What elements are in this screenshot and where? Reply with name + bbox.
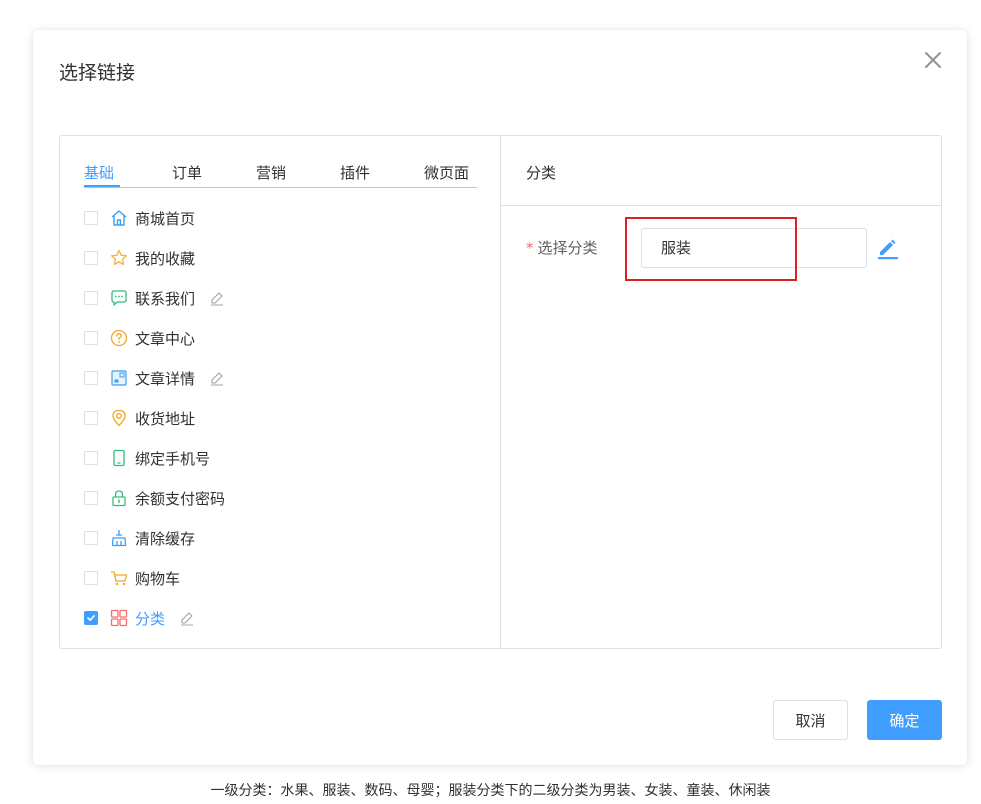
caption-text: 一级分类：水果、服装、数码、母婴；服装分类下的二级分类为男装、女装、童装、休闲装 bbox=[210, 783, 771, 799]
category-input[interactable]: 服装 bbox=[641, 228, 867, 268]
tab-plugin[interactable]: 插件 bbox=[340, 162, 370, 183]
item-checkbox[interactable] bbox=[84, 411, 98, 425]
question-circle-icon bbox=[109, 328, 129, 348]
item-label: 清除缓存 bbox=[135, 529, 196, 548]
tab-micro-page[interactable]: 微页面 bbox=[424, 162, 469, 183]
tab-basic[interactable]: 基础 bbox=[84, 162, 114, 183]
link-type-pane: 基础 订单 营销 插件 微页面 商城首页 我的收藏 联系我们 文章中心 文章详情… bbox=[60, 136, 501, 648]
checkmark-icon bbox=[87, 615, 95, 621]
link-item-home[interactable]: 商城首页 bbox=[84, 206, 195, 230]
item-label: 绑定手机号 bbox=[135, 449, 211, 468]
settings-header: 分类 bbox=[501, 136, 941, 206]
item-checkbox[interactable] bbox=[84, 491, 98, 505]
tab-order[interactable]: 订单 bbox=[172, 162, 202, 183]
close-icon bbox=[925, 52, 941, 68]
cart-icon bbox=[109, 568, 129, 588]
item-checkbox[interactable] bbox=[84, 451, 98, 465]
item-checkbox[interactable] bbox=[84, 291, 98, 305]
link-item-article-detail[interactable]: 文章详情 bbox=[84, 366, 225, 390]
item-checkbox[interactable] bbox=[84, 611, 98, 625]
link-settings-pane: 分类 * 选择分类 服装 bbox=[501, 136, 941, 648]
item-label: 我的收藏 bbox=[135, 249, 196, 268]
item-label: 收货地址 bbox=[135, 409, 196, 428]
item-checkbox[interactable] bbox=[84, 531, 98, 545]
edit-pen-icon[interactable] bbox=[875, 235, 901, 261]
item-checkbox[interactable] bbox=[84, 211, 98, 225]
link-panel: 基础 订单 营销 插件 微页面 商城首页 我的收藏 联系我们 文章中心 文章详情… bbox=[59, 135, 942, 649]
link-item-cart[interactable]: 购物车 bbox=[84, 566, 180, 590]
chat-icon bbox=[109, 288, 129, 308]
item-checkbox[interactable] bbox=[84, 371, 98, 385]
item-label: 文章详情 bbox=[135, 369, 196, 388]
article-icon bbox=[109, 368, 129, 388]
active-tab-indicator bbox=[84, 185, 120, 187]
link-item-category[interactable]: 分类 bbox=[84, 606, 195, 630]
item-checkbox[interactable] bbox=[84, 251, 98, 265]
edit-pencil-icon[interactable] bbox=[209, 370, 225, 386]
item-label: 商城首页 bbox=[135, 209, 196, 228]
item-label: 余额支付密码 bbox=[135, 489, 226, 508]
dialog-title: 选择链接 bbox=[59, 62, 136, 84]
item-checkbox[interactable] bbox=[84, 571, 98, 585]
category-icon bbox=[109, 608, 129, 628]
location-icon bbox=[109, 408, 129, 428]
phone-icon bbox=[109, 448, 129, 468]
link-item-articles[interactable]: 文章中心 bbox=[84, 326, 195, 350]
confirm-button[interactable]: 确定 bbox=[867, 700, 942, 740]
item-label: 分类 bbox=[135, 609, 166, 628]
tab-marketing[interactable]: 营销 bbox=[256, 162, 286, 183]
lock-icon bbox=[109, 488, 129, 508]
cancel-button[interactable]: 取消 bbox=[773, 700, 848, 740]
item-checkbox[interactable] bbox=[84, 331, 98, 345]
home-icon bbox=[109, 208, 129, 228]
required-mark: * bbox=[526, 239, 534, 257]
item-label: 联系我们 bbox=[135, 289, 196, 308]
item-label: 文章中心 bbox=[135, 329, 196, 348]
category-form-row: * 选择分类 服装 bbox=[526, 217, 926, 281]
close-button[interactable] bbox=[921, 48, 945, 72]
star-icon bbox=[109, 248, 129, 268]
link-item-clear-cache[interactable]: 清除缓存 bbox=[84, 526, 195, 550]
item-label: 购物车 bbox=[135, 569, 181, 588]
link-item-pay-password[interactable]: 余额支付密码 bbox=[84, 486, 225, 510]
link-item-contact[interactable]: 联系我们 bbox=[84, 286, 225, 310]
edit-pencil-icon[interactable] bbox=[209, 290, 225, 306]
settings-title: 分类 bbox=[526, 164, 557, 182]
link-tabs: 基础 订单 营销 插件 微页面 bbox=[84, 162, 477, 188]
category-field-label: * 选择分类 bbox=[526, 239, 598, 257]
link-item-favorites[interactable]: 我的收藏 bbox=[84, 246, 195, 270]
select-link-dialog: 选择链接 基础 订单 营销 插件 微页面 商城首页 我的收藏 联系我们 文章中心… bbox=[33, 30, 967, 765]
broom-icon bbox=[109, 528, 129, 548]
edit-pencil-icon[interactable] bbox=[179, 610, 195, 626]
link-item-bind-phone[interactable]: 绑定手机号 bbox=[84, 446, 210, 470]
link-item-address[interactable]: 收货地址 bbox=[84, 406, 195, 430]
